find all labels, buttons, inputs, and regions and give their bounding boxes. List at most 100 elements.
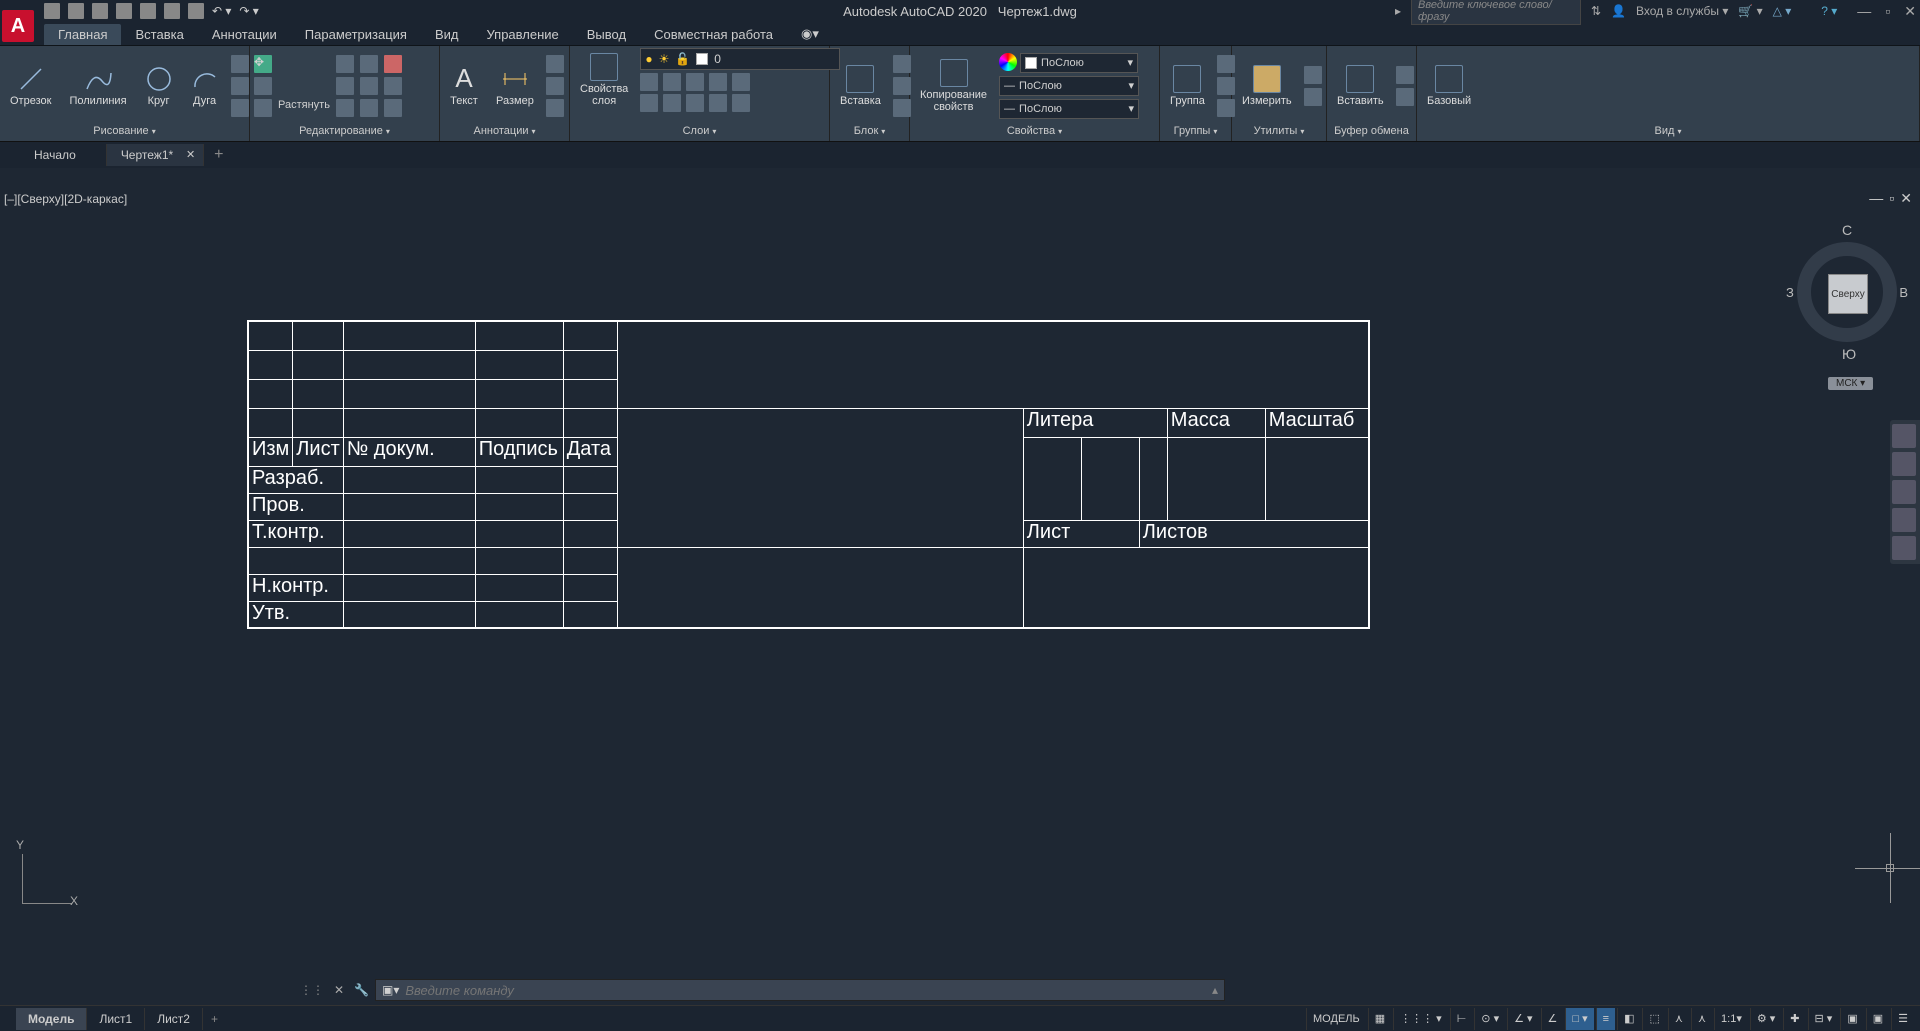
tab-home[interactable]: Главная: [44, 24, 121, 45]
viewcube-north[interactable]: С: [1842, 222, 1852, 238]
panel-title-draw[interactable]: Рисование▾: [4, 123, 245, 139]
explode-icon[interactable]: [384, 77, 402, 95]
transparency-toggle[interactable]: ◧: [1617, 1008, 1640, 1030]
webmobile-icon[interactable]: [140, 3, 156, 19]
array-icon[interactable]: [360, 99, 378, 117]
vp-maximize-icon[interactable]: ▫: [1889, 190, 1894, 207]
print-icon[interactable]: [188, 3, 204, 19]
tab-annotate[interactable]: Аннотации: [198, 24, 291, 45]
util1-icon[interactable]: [1304, 66, 1322, 84]
copy-clip-icon[interactable]: [1396, 88, 1414, 106]
viewport-controls-label[interactable]: [–][Сверху][2D-каркас]: [4, 192, 127, 206]
panel-title-block[interactable]: Блок▾: [834, 123, 905, 139]
cut-icon[interactable]: [1396, 66, 1414, 84]
layer-tool2-icon[interactable]: [663, 94, 681, 112]
layout1-tab[interactable]: Лист1: [87, 1008, 145, 1030]
tab-insert[interactable]: Вставка: [121, 24, 197, 45]
quick-props[interactable]: ▣: [1840, 1008, 1863, 1030]
offset-icon[interactable]: [384, 99, 402, 117]
snap-toggle[interactable]: ⋮⋮⋮ ▾: [1393, 1008, 1448, 1030]
zoom-icon[interactable]: [1892, 480, 1916, 504]
grid-toggle[interactable]: ▦: [1368, 1008, 1391, 1030]
ellipse-icon[interactable]: [231, 99, 249, 117]
panel-title-utils[interactable]: Утилиты▾: [1236, 123, 1322, 139]
layer-properties-button[interactable]: Свойства слоя: [574, 51, 634, 109]
trim-icon[interactable]: [360, 55, 378, 73]
tab-manage[interactable]: Управление: [472, 24, 572, 45]
linetype-combo[interactable]: —ПоСлою▾: [999, 99, 1139, 119]
panel-title-layers[interactable]: Слои▾: [574, 123, 825, 139]
layout2-tab[interactable]: Лист2: [145, 1008, 203, 1030]
viewcube-south[interactable]: Ю: [1842, 346, 1856, 362]
tab-featured[interactable]: ◉▾: [787, 23, 833, 45]
viewcube-top-face[interactable]: Сверху: [1828, 274, 1868, 314]
color-wheel-icon[interactable]: [999, 53, 1017, 71]
viewcube-west[interactable]: З: [1786, 285, 1794, 300]
add-layout-button[interactable]: +: [203, 1010, 226, 1028]
layer-tool3-icon[interactable]: [686, 94, 704, 112]
measure-button[interactable]: Измерить: [1236, 63, 1298, 109]
pan-icon[interactable]: [1892, 452, 1916, 476]
layer-tool4-icon[interactable]: [709, 94, 727, 112]
insert-block-button[interactable]: Вставка: [834, 63, 887, 109]
util2-icon[interactable]: [1304, 88, 1322, 106]
attr-icon[interactable]: [893, 99, 911, 117]
cart-icon[interactable]: 🛒 ▾: [1738, 4, 1762, 18]
cloud-icon[interactable]: [546, 99, 564, 117]
customize-icon[interactable]: 🔧: [354, 983, 369, 997]
minimize-button[interactable]: —: [1857, 3, 1871, 20]
rotate-icon[interactable]: [336, 55, 354, 73]
cmd-handle-icon[interactable]: ⋮⋮: [300, 983, 324, 997]
fillet-icon[interactable]: [360, 77, 378, 95]
lineweight-combo[interactable]: —ПоСлою▾: [999, 76, 1139, 96]
vp-minimize-icon[interactable]: —: [1869, 190, 1883, 207]
base-view-button[interactable]: Базовый: [1421, 63, 1477, 109]
color-combo[interactable]: ПоСлою▾: [1020, 53, 1138, 73]
match-properties-button[interactable]: Копирование свойств: [914, 57, 993, 115]
drawing-tab[interactable]: Чертеж1*✕: [107, 144, 204, 166]
modelspace-toggle[interactable]: МОДЕЛЬ: [1306, 1008, 1366, 1030]
open-icon[interactable]: [68, 3, 84, 19]
search-input[interactable]: Введите ключевое слово/фразу: [1411, 0, 1581, 25]
cmd-close-icon[interactable]: ✕: [330, 983, 348, 997]
move-icon[interactable]: ✥: [254, 55, 272, 73]
rectangle-icon[interactable]: [231, 55, 249, 73]
polar-toggle[interactable]: ⊙ ▾: [1474, 1008, 1505, 1030]
cleanscreen-toggle[interactable]: ☰: [1891, 1008, 1914, 1030]
isodraft-toggle[interactable]: ∠ ▾: [1507, 1008, 1538, 1030]
copy-icon[interactable]: [254, 77, 272, 95]
showmotion-icon[interactable]: [1892, 536, 1916, 560]
viewcube-wcs[interactable]: МСК ▾: [1828, 377, 1873, 390]
panel-title-modify[interactable]: Редактирование▾: [254, 123, 435, 139]
panel-title-groups[interactable]: Группы▾: [1164, 123, 1227, 139]
layer-iso-icon[interactable]: [709, 73, 727, 91]
annotation-monitor[interactable]: ✚: [1783, 1008, 1805, 1030]
tab-view[interactable]: Вид: [421, 24, 473, 45]
save-icon[interactable]: [92, 3, 108, 19]
signin-link[interactable]: Вход в службы ▾: [1636, 4, 1728, 18]
layer-tool5-icon[interactable]: [732, 94, 750, 112]
app-menu-button[interactable]: A: [2, 10, 34, 42]
create-block-icon[interactable]: [893, 55, 911, 73]
viewcube-east[interactable]: В: [1899, 285, 1908, 300]
tab-collaborate[interactable]: Совместная работа: [640, 24, 787, 45]
tab-parametric[interactable]: Параметризация: [291, 24, 421, 45]
paste-button[interactable]: Вставить: [1331, 63, 1390, 109]
panel-title-annot[interactable]: Аннотации▾: [444, 123, 565, 139]
cmd-history-icon[interactable]: ▴: [1212, 983, 1218, 997]
restore-button[interactable]: ▫: [1885, 3, 1890, 20]
group-button[interactable]: Группа: [1164, 63, 1211, 109]
wheel-icon[interactable]: [1892, 424, 1916, 448]
new-tab-button[interactable]: +: [204, 144, 233, 166]
mirror-icon[interactable]: [336, 77, 354, 95]
command-input[interactable]: [405, 983, 1206, 998]
close-button[interactable]: ✕: [1904, 3, 1916, 20]
edit-block-icon[interactable]: [893, 77, 911, 95]
layer-match-icon[interactable]: [732, 73, 750, 91]
user-icon[interactable]: 👤: [1611, 4, 1626, 18]
a360-icon[interactable]: △ ▾: [1773, 4, 1792, 18]
layer-tool-icon[interactable]: [640, 94, 658, 112]
stretch-icon[interactable]: [254, 99, 272, 117]
scale-combo[interactable]: 1:1 ▾: [1714, 1008, 1748, 1030]
layer-lock-icon[interactable]: [686, 73, 704, 91]
